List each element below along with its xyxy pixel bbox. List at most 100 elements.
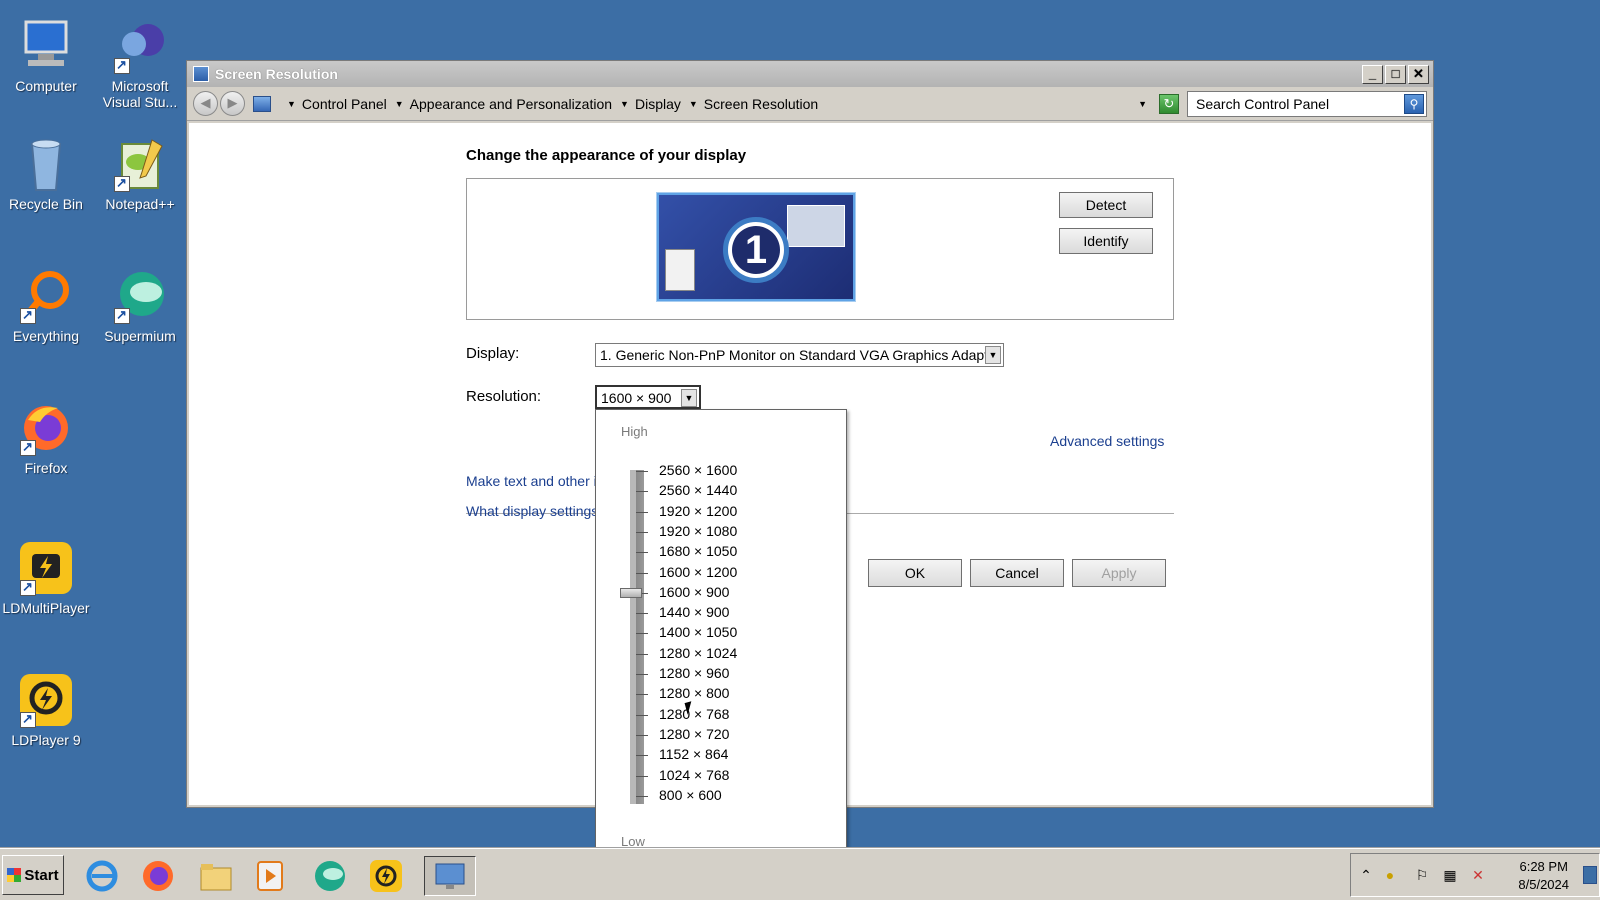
breadcrumb-display[interactable]: Display: [635, 96, 681, 112]
slider-tick: [636, 734, 648, 736]
resolution-slider-track[interactable]: [630, 470, 644, 804]
supermium-icon: [112, 268, 168, 324]
desktop-icon-computer[interactable]: Computer: [0, 18, 92, 94]
display-settings-help-link[interactable]: What display settings: [466, 503, 598, 519]
chevron-down-icon[interactable]: ▼: [287, 99, 296, 109]
taskbar: Start ⌃ ● ⚐ ▦ ✕ 6:28 PM 8/5/2024: [0, 848, 1600, 900]
taskbar-ldplayer[interactable]: [364, 856, 408, 896]
resolution-option[interactable]: 800 × 600: [659, 787, 722, 803]
chevron-down-icon[interactable]: ▼: [689, 99, 698, 109]
resolution-option[interactable]: 1152 × 864: [659, 746, 728, 762]
taskbar-internet-explorer[interactable]: [80, 856, 124, 896]
resolution-option[interactable]: 1600 × 1200: [659, 564, 737, 580]
resolution-option[interactable]: 1024 × 768: [659, 767, 729, 783]
resolution-option[interactable]: 2560 × 1440: [659, 482, 737, 498]
resolution-option[interactable]: 1680 × 1050: [659, 543, 737, 559]
resolution-option[interactable]: 1280 × 960: [659, 665, 729, 681]
start-button[interactable]: Start: [2, 855, 64, 895]
chevron-down-icon[interactable]: ▼: [985, 346, 1001, 364]
action-center-flag-icon[interactable]: ⚐: [1413, 866, 1431, 884]
chevron-down-icon[interactable]: ▼: [681, 389, 697, 407]
maximize-button[interactable]: □: [1385, 65, 1406, 84]
breadcrumb-screen-resolution[interactable]: Screen Resolution: [704, 96, 818, 112]
taskbar-media-player[interactable]: [248, 856, 292, 896]
supermium-icon: [315, 861, 345, 891]
window-titlebar[interactable]: Screen Resolution _ □ ✕: [187, 61, 1433, 87]
breadcrumb[interactable]: ▼ Control Panel ▼ Appearance and Persona…: [253, 91, 1159, 117]
desktop-icon-supermium[interactable]: Supermium: [94, 268, 186, 344]
desktop-icon-label: Microsoft Visual Stu...: [102, 78, 178, 110]
close-button[interactable]: ✕: [1408, 65, 1429, 84]
desktop-icon-everything[interactable]: Everything: [0, 268, 92, 344]
volume-muted-icon[interactable]: ✕: [1469, 866, 1487, 884]
text-size-link[interactable]: Make text and other i: [466, 473, 597, 489]
search-placeholder: Search Control Panel: [1196, 95, 1330, 112]
resolution-option[interactable]: 1280 × 1024: [659, 645, 737, 661]
minimize-button[interactable]: _: [1362, 65, 1383, 84]
notepadpp-icon: [112, 136, 168, 192]
address-dropdown-icon[interactable]: ▼: [1138, 99, 1147, 109]
network-icon[interactable]: ▦: [1441, 866, 1459, 884]
cancel-button[interactable]: Cancel: [970, 559, 1064, 587]
desktop-icon-label: Computer: [15, 78, 77, 94]
windows-logo-icon: [7, 868, 22, 882]
breadcrumb-control-panel[interactable]: Control Panel: [302, 96, 387, 112]
forward-button[interactable]: ▶: [220, 91, 245, 116]
resolution-select[interactable]: 1600 × 900 ▼: [595, 385, 701, 409]
shortcut-arrow-icon: [20, 307, 36, 324]
resolution-option[interactable]: 2560 × 1600: [659, 462, 737, 478]
desktop-icon-ldmultiplayer[interactable]: LDMultiPlayer: [0, 540, 92, 616]
detect-button[interactable]: Detect: [1059, 192, 1153, 218]
taskbar-file-explorer[interactable]: [194, 856, 238, 896]
show-desktop-icon[interactable]: [1583, 866, 1597, 884]
ldmultiplayer-icon: [18, 540, 74, 596]
monitor-1-tile[interactable]: 1: [657, 193, 855, 301]
resolution-option[interactable]: 1280 × 800: [659, 685, 729, 701]
desktop-icon-firefox[interactable]: Firefox: [0, 400, 92, 476]
desktop-icon-ldplayer[interactable]: LDPlayer 9: [0, 672, 92, 748]
taskbar-firefox[interactable]: [136, 856, 180, 896]
monitor-number-badge: 1: [723, 217, 789, 283]
chevron-down-icon[interactable]: ▼: [620, 99, 629, 109]
identify-button[interactable]: Identify: [1059, 228, 1153, 254]
search-input[interactable]: Search Control Panel ⚲: [1187, 90, 1427, 117]
slider-tick: [636, 531, 648, 533]
resolution-option[interactable]: 1280 × 720: [659, 726, 729, 742]
ldplayer-tray-icon[interactable]: ●: [1381, 866, 1399, 884]
recycle-bin-icon: [18, 136, 74, 192]
resolution-option[interactable]: 1280 × 768: [659, 706, 729, 722]
resolution-option[interactable]: 1400 × 1050: [659, 624, 737, 640]
advanced-settings-link[interactable]: Advanced settings: [1050, 433, 1164, 449]
show-hidden-icons-icon[interactable]: ⌃: [1357, 866, 1375, 884]
resolution-option[interactable]: 1920 × 1080: [659, 523, 737, 539]
slider-tick: [636, 471, 648, 472]
shortcut-arrow-icon: [20, 711, 36, 728]
clock[interactable]: 6:28 PM 8/5/2024: [1518, 858, 1569, 894]
desktop-icon-recycle-bin[interactable]: Recycle Bin: [0, 136, 92, 212]
taskbar-supermium[interactable]: [308, 856, 352, 896]
slider-tick: [636, 572, 648, 574]
ldplayer-icon: [18, 672, 74, 728]
desktop-icon-visual-studio[interactable]: Microsoft Visual Stu...: [94, 18, 186, 110]
apply-button[interactable]: Apply: [1072, 559, 1166, 587]
desktop-icon-notepadpp[interactable]: Notepad++: [94, 136, 186, 212]
back-button[interactable]: ◀: [193, 91, 218, 116]
display-select[interactable]: 1. Generic Non-PnP Monitor on Standard V…: [595, 343, 1004, 367]
resolution-slider-thumb[interactable]: [620, 587, 642, 598]
refresh-icon[interactable]: ↻: [1159, 93, 1179, 114]
resolution-option[interactable]: 1920 × 1200: [659, 503, 737, 519]
search-icon[interactable]: ⚲: [1404, 93, 1424, 114]
taskbar-screen-resolution[interactable]: [424, 856, 476, 896]
desktop-icon-label: Supermium: [104, 328, 176, 344]
ok-button[interactable]: OK: [868, 559, 962, 587]
slider-tick: [636, 613, 648, 615]
firefox-icon: [18, 400, 74, 456]
resolution-option[interactable]: 1600 × 900: [659, 584, 729, 600]
breadcrumb-appearance[interactable]: Appearance and Personalization: [410, 96, 612, 112]
resolution-option[interactable]: 1440 × 900: [659, 604, 729, 620]
control-panel-icon: [253, 95, 271, 112]
chevron-down-icon[interactable]: ▼: [395, 99, 404, 109]
slider-tick: [636, 552, 648, 554]
start-label: Start: [24, 866, 59, 884]
desktop-icon-label: LDPlayer 9: [11, 732, 81, 748]
